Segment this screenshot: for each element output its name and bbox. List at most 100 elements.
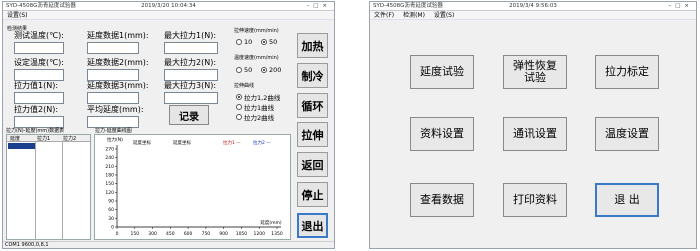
x-axis-label: 延度(mm): [260, 219, 282, 226]
col-force1: 拉力1: [37, 136, 51, 142]
temp-settings-button[interactable]: 温度设置: [595, 117, 659, 151]
status-bar: COM1 9600,0,8,1: [3, 241, 334, 248]
data-table-title: 拉力(N)-延度(mm)数据表: [6, 128, 65, 134]
x-tick-label: 450: [166, 231, 175, 237]
legend-ductility-axis: 延度坐标: [173, 139, 191, 146]
y-tick-label: 30: [108, 216, 114, 222]
radio-dot-icon: [261, 39, 267, 45]
test-temp-label: 测试温度(℃):: [14, 31, 64, 40]
comm-settings-button[interactable]: 通讯设置: [503, 117, 567, 151]
col-force2: 拉力2: [63, 136, 77, 142]
col-divider: [35, 142, 36, 239]
cool-button[interactable]: 制冷: [297, 63, 328, 88]
force-ductility-chart: 0 30 60 90 120 150 180 210 240 270 0 150 300 450 600 75…: [105, 136, 283, 237]
print-button[interactable]: 打印资料: [503, 183, 567, 217]
elastic-recovery-button[interactable]: 弹性恢复 试验: [503, 55, 567, 89]
y-tick-label: 120: [105, 190, 114, 196]
col-divider: [62, 142, 63, 239]
maxforce1-field[interactable]: [164, 42, 218, 54]
x-tick-label: 0: [116, 231, 119, 237]
menu-bar: 文件(F) 检测(M) 设置(S): [370, 11, 696, 20]
circulate-button[interactable]: 循环: [297, 93, 328, 118]
curve-group-label: 拉伸曲线: [234, 83, 255, 89]
stretch-button[interactable]: 拉伸: [297, 122, 328, 147]
x-tick-label: 750: [202, 231, 211, 237]
maxforce3-label: 最大拉力3(N):: [164, 81, 217, 90]
exit-button[interactable]: 退 出: [595, 183, 659, 217]
force1-field[interactable]: [14, 92, 64, 104]
y-tick-label: 150: [105, 181, 114, 187]
curve-force2-radio[interactable]: 拉力2曲线: [236, 112, 274, 122]
force2-label: 拉力值2(N):: [14, 105, 59, 114]
ductility3-field[interactable]: [87, 92, 139, 104]
ductility1-field[interactable]: [87, 42, 139, 54]
legend-force2: 拉力2 —: [253, 139, 271, 146]
window-controls[interactable]: –□×: [668, 2, 693, 11]
radio-dot-icon: [236, 94, 242, 100]
main-menu-window: SYD-4508G沥青延度试验器 2019/3/4 9:56:03 –□× 文件…: [369, 1, 697, 249]
set-temp-label: 设定温度(℃):: [14, 58, 64, 67]
return-button[interactable]: 返回: [297, 152, 328, 177]
col-ductility: 延度: [10, 136, 21, 142]
x-tick-label: 1350: [271, 231, 283, 237]
radio-dot-icon: [236, 39, 242, 45]
menu-file[interactable]: 文件(F): [374, 12, 394, 19]
maxforce3-field[interactable]: [164, 92, 218, 104]
menu-detect[interactable]: 检测(M): [403, 12, 425, 19]
y-tick-label: 210: [105, 164, 114, 170]
radio-dot-icon: [236, 114, 242, 120]
x-tick-label: 300: [148, 231, 157, 237]
speed-group-label: 拉伸速度(mm/min): [234, 28, 279, 34]
curve-both-radio[interactable]: 拉力1,2曲线: [236, 92, 280, 102]
ductility2-label: 延度数据2(mm):: [87, 58, 149, 67]
force-calibration-button[interactable]: 拉力标定: [595, 55, 659, 89]
y-tick-label: 90: [108, 199, 114, 205]
data-table[interactable]: 延度 拉力1 拉力2: [6, 134, 91, 240]
ductility-test-button[interactable]: 延度试验: [410, 55, 474, 89]
window-controls[interactable]: –□×: [306, 2, 331, 11]
data-settings-button[interactable]: 资料设置: [410, 117, 474, 151]
view-data-button[interactable]: 查看数据: [410, 183, 474, 217]
menu-settings[interactable]: 设置(S): [434, 12, 455, 19]
title-bar: SYD-4508G沥青延度试验器 2019/3/20 10:04:34 –□×: [3, 2, 334, 11]
y-tick-label: 270: [105, 147, 114, 153]
curve-force1-radio[interactable]: 拉力1曲线: [236, 102, 274, 112]
legend-force1: 拉力1 —: [223, 139, 241, 146]
x-tick-label: 150: [130, 231, 139, 237]
temp-group-label: 温度速度(mm/min): [234, 55, 279, 61]
test-window: SYD-4508G沥青延度试验器 2019/3/20 10:04:34 –□× …: [2, 1, 335, 249]
x-tick-label: 1050: [236, 231, 248, 237]
y-axis-label: 拉力(N): [107, 136, 123, 143]
test-temp-field[interactable]: [14, 42, 64, 54]
menu-bar: 设置(S): [3, 11, 334, 20]
exit-button[interactable]: 退出: [297, 213, 328, 238]
window-datetime: 2019/3/20 10:04:34: [141, 3, 196, 9]
x-tick-label: 600: [184, 231, 193, 237]
maxforce2-label: 最大拉力2(N):: [164, 58, 217, 67]
force1-label: 拉力值1(N):: [14, 81, 59, 90]
radio-dot-icon: [261, 67, 267, 73]
title-bar: SYD-4508G沥青延度试验器 2019/3/4 9:56:03 –□×: [370, 2, 696, 11]
heat-button[interactable]: 加热: [297, 33, 328, 58]
avg-ductility-label: 平均延度(mm):: [87, 105, 144, 114]
x-tick-label: 1200: [253, 231, 265, 237]
speed-50-radio[interactable]: 50: [261, 38, 277, 46]
table-header: 延度 拉力1 拉力2: [7, 135, 90, 142]
stop-button[interactable]: 停止: [297, 182, 328, 207]
temp-200-radio[interactable]: 200: [261, 66, 281, 74]
speed-10-radio[interactable]: 10: [236, 38, 252, 46]
radio-dot-icon: [236, 67, 242, 73]
y-tick-label: 0: [111, 225, 114, 231]
temp-50-radio[interactable]: 50: [236, 66, 252, 74]
legend-ductility-axis: 延度坐标: [133, 139, 151, 146]
selected-row[interactable]: [8, 143, 35, 149]
y-tick-label: 180: [105, 173, 114, 179]
ductility1-label: 延度数据1(mm):: [87, 31, 149, 40]
menu-settings[interactable]: 设置(S): [7, 12, 28, 19]
x-tick-label: 900: [219, 231, 228, 237]
chart-title: 拉力-延度曲线图: [95, 128, 132, 134]
chart-panel: 0 30 60 90 120 150 180 210 240 270 0 150 300 450 600 75…: [94, 134, 291, 240]
y-tick-label: 60: [108, 207, 114, 213]
y-tick-label: 240: [105, 155, 114, 161]
record-button[interactable]: 记录: [169, 105, 209, 125]
